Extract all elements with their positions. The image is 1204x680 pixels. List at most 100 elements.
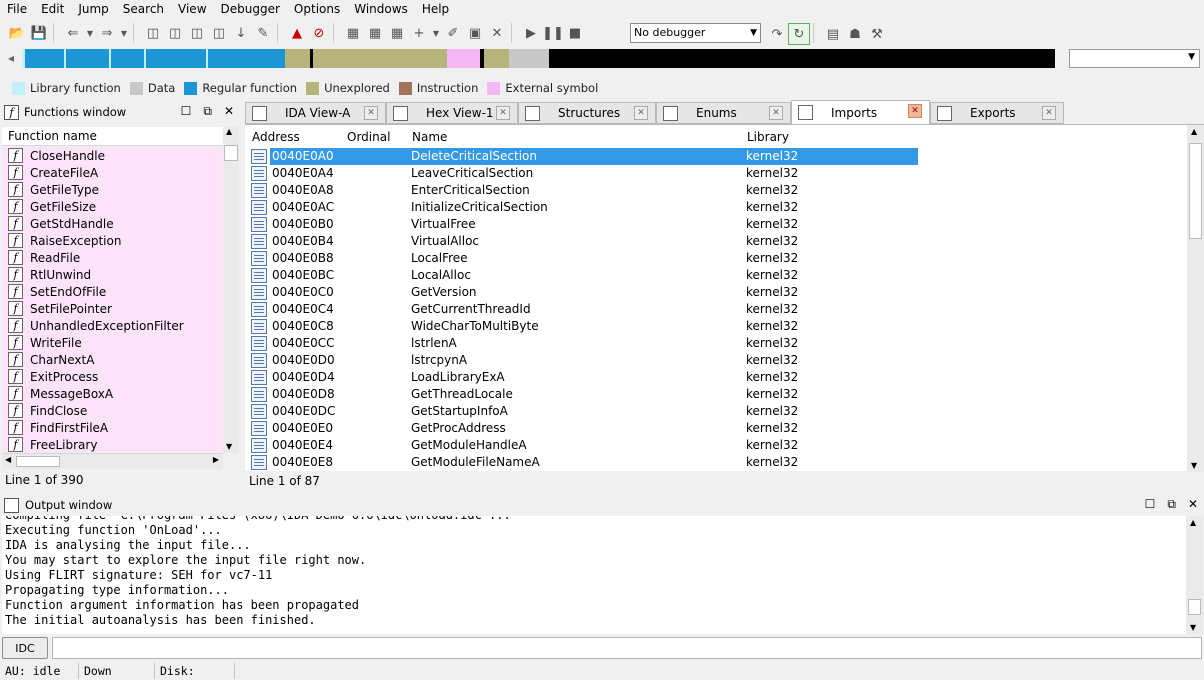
function-row[interactable]: f WriteFile	[2, 334, 223, 351]
function-row[interactable]: f ReadFile	[2, 249, 223, 266]
add-icon[interactable]: +	[408, 22, 430, 44]
navigation-band[interactable]	[22, 49, 1055, 68]
tab-hex-view-1[interactable]: Hex View-1 ✕	[386, 102, 518, 124]
chevron-down-icon[interactable]: ▼	[430, 22, 442, 44]
close-icon[interactable]: ✕	[1042, 106, 1056, 120]
scroll-left-icon[interactable]: ◀	[5, 455, 11, 464]
function-row[interactable]: f GetFileType	[2, 181, 223, 198]
search-next-icon[interactable]: ◫	[208, 22, 230, 44]
float-icon[interactable]: ⧉	[203, 104, 212, 119]
debugger-select[interactable]: No debugger ▼	[630, 23, 761, 43]
library-column[interactable]: Library	[747, 130, 789, 144]
close-icon[interactable]: ✕	[496, 106, 510, 120]
scroll-up-icon[interactable]: ▲	[1190, 518, 1196, 527]
table-row[interactable]: 0040E0E4 GetModuleHandleA kernel32	[245, 437, 1187, 454]
scroll-down-icon[interactable]: ▼	[226, 442, 232, 451]
functions-horizontal-scrollbar[interactable]: ◀ ▶	[2, 453, 223, 469]
create-code-icon[interactable]: ▦	[342, 22, 364, 44]
table-row[interactable]: 0040E0D0 lstrcpynA kernel32	[245, 352, 1187, 369]
scrollbar-thumb[interactable]	[16, 456, 60, 467]
stop-square-icon[interactable]: ■	[564, 22, 586, 44]
tab-ida-view-a[interactable]: IDA View-A ✕	[245, 102, 386, 124]
float-icon[interactable]: ⧉	[1167, 497, 1176, 512]
function-row[interactable]: f FindFirstFileA	[2, 419, 223, 436]
function-row[interactable]: f FindClose	[2, 402, 223, 419]
function-row[interactable]: f CharNextA	[2, 351, 223, 368]
nav-combo[interactable]: ▼	[1069, 49, 1200, 68]
graph-icon[interactable]: ☗	[844, 23, 866, 45]
menu-debugger[interactable]: Debugger	[214, 0, 287, 18]
idc-button[interactable]: IDC	[2, 637, 48, 659]
refresh-icon[interactable]: ↻	[788, 23, 810, 45]
table-row[interactable]: 0040E0B4 VirtualAlloc kernel32	[245, 233, 1187, 250]
tab-structures[interactable]: Structures ✕	[518, 102, 656, 124]
scroll-down-icon[interactable]: ▼	[1191, 461, 1197, 470]
undefine-icon[interactable]: ✕	[486, 22, 508, 44]
menu-jump[interactable]: Jump	[71, 0, 115, 18]
table-row[interactable]: 0040E0AC InitializeCriticalSection kernel3…	[245, 199, 1187, 216]
edit-icon[interactable]: ✎	[252, 22, 274, 44]
tab-imports[interactable]: Imports ✕	[791, 100, 930, 124]
address-column[interactable]: Address	[252, 130, 300, 144]
table-row[interactable]: 0040E0E0 GetProcAddress kernel32	[245, 420, 1187, 437]
table-row[interactable]: 0040E0D8 GetThreadLocale kernel32	[245, 386, 1187, 403]
table-row[interactable]: 0040E0A4 LeaveCriticalSection kernel32	[245, 165, 1187, 182]
name-column[interactable]: Name	[412, 130, 447, 144]
table-row[interactable]: 0040E0A8 EnterCriticalSection kernel32	[245, 182, 1187, 199]
pause-icon[interactable]: ❚❚	[542, 22, 564, 44]
function-row[interactable]: f FreeLibrary	[2, 436, 223, 452]
table-row[interactable]: 0040E0C0 GetVersion kernel32	[245, 284, 1187, 301]
close-icon[interactable]: ✕	[908, 104, 922, 118]
jump-down-icon[interactable]: ↓	[230, 22, 252, 44]
tab-enums[interactable]: Enums ✕	[656, 102, 791, 124]
scrollbar-thumb[interactable]	[224, 145, 238, 161]
function-row[interactable]: f RaiseException	[2, 232, 223, 249]
create-data-icon[interactable]: ▦	[364, 22, 386, 44]
scroll-right-icon[interactable]: ▶	[213, 455, 219, 464]
chevron-down-icon[interactable]: ▼	[84, 22, 96, 44]
scroll-down-icon[interactable]: ▼	[1190, 623, 1196, 632]
scrollbar-thumb[interactable]	[1188, 599, 1201, 615]
function-row[interactable]: f UnhandledExceptionFilter	[2, 317, 223, 334]
menu-edit[interactable]: Edit	[34, 0, 71, 18]
table-row[interactable]: 0040E0DC GetStartupInfoA kernel32	[245, 403, 1187, 420]
table-row[interactable]: 0040E0C4 GetCurrentThreadId kernel32	[245, 301, 1187, 318]
function-row[interactable]: f ExitProcess	[2, 368, 223, 385]
warning-icon[interactable]: ▲	[286, 22, 308, 44]
menu-view[interactable]: View	[171, 0, 213, 18]
function-row[interactable]: f CreateFileA	[2, 164, 223, 181]
scroll-up-icon[interactable]: ▲	[1191, 127, 1197, 136]
function-row[interactable]: f SetEndOfFile	[2, 283, 223, 300]
search-text-icon[interactable]: ◫	[164, 22, 186, 44]
menu-options[interactable]: Options	[287, 0, 347, 18]
close-icon[interactable]: ✕	[224, 104, 234, 119]
table-row[interactable]: 0040E0BC LocalAlloc kernel32	[245, 267, 1187, 284]
create-string-icon[interactable]: ▦	[386, 22, 408, 44]
open-icon[interactable]: 📂	[6, 22, 28, 44]
table-row[interactable]: 0040E0B0 VirtualFree kernel32	[245, 216, 1187, 233]
restore-icon[interactable]: ☐	[181, 104, 192, 119]
function-row[interactable]: f CloseHandle	[2, 147, 223, 164]
ordinal-column[interactable]: Ordinal	[347, 130, 390, 144]
struct-icon[interactable]: ✐	[442, 22, 464, 44]
function-name-column[interactable]: Function name	[2, 127, 223, 146]
close-icon[interactable]: ✕	[364, 106, 378, 120]
step-into-icon[interactable]: ↷	[766, 23, 788, 45]
play-icon[interactable]: ▶	[520, 22, 542, 44]
close-icon[interactable]: ✕	[1188, 497, 1198, 512]
tools-icon[interactable]: ⚒	[866, 23, 888, 45]
table-row[interactable]: 0040E0CC lstrlenA kernel32	[245, 335, 1187, 352]
search-immediate-icon[interactable]: ◫	[186, 22, 208, 44]
scrollbar-thumb[interactable]	[1189, 143, 1202, 239]
function-row[interactable]: f SetFilePointer	[2, 300, 223, 317]
tab-exports[interactable]: Exports ✕	[930, 102, 1064, 124]
function-row[interactable]: f RtlUnwind	[2, 266, 223, 283]
nav-left-icon[interactable]: ◂	[8, 51, 14, 65]
chevron-down-icon[interactable]: ▼	[118, 22, 130, 44]
stop-icon[interactable]: ⊘	[308, 22, 330, 44]
search-binary-icon[interactable]: ◫	[142, 22, 164, 44]
close-icon[interactable]: ✕	[634, 106, 648, 120]
table-row[interactable]: 0040E0B8 LocalFree kernel32	[245, 250, 1187, 267]
menu-file[interactable]: File	[0, 0, 34, 18]
function-row[interactable]: f MessageBoxA	[2, 385, 223, 402]
